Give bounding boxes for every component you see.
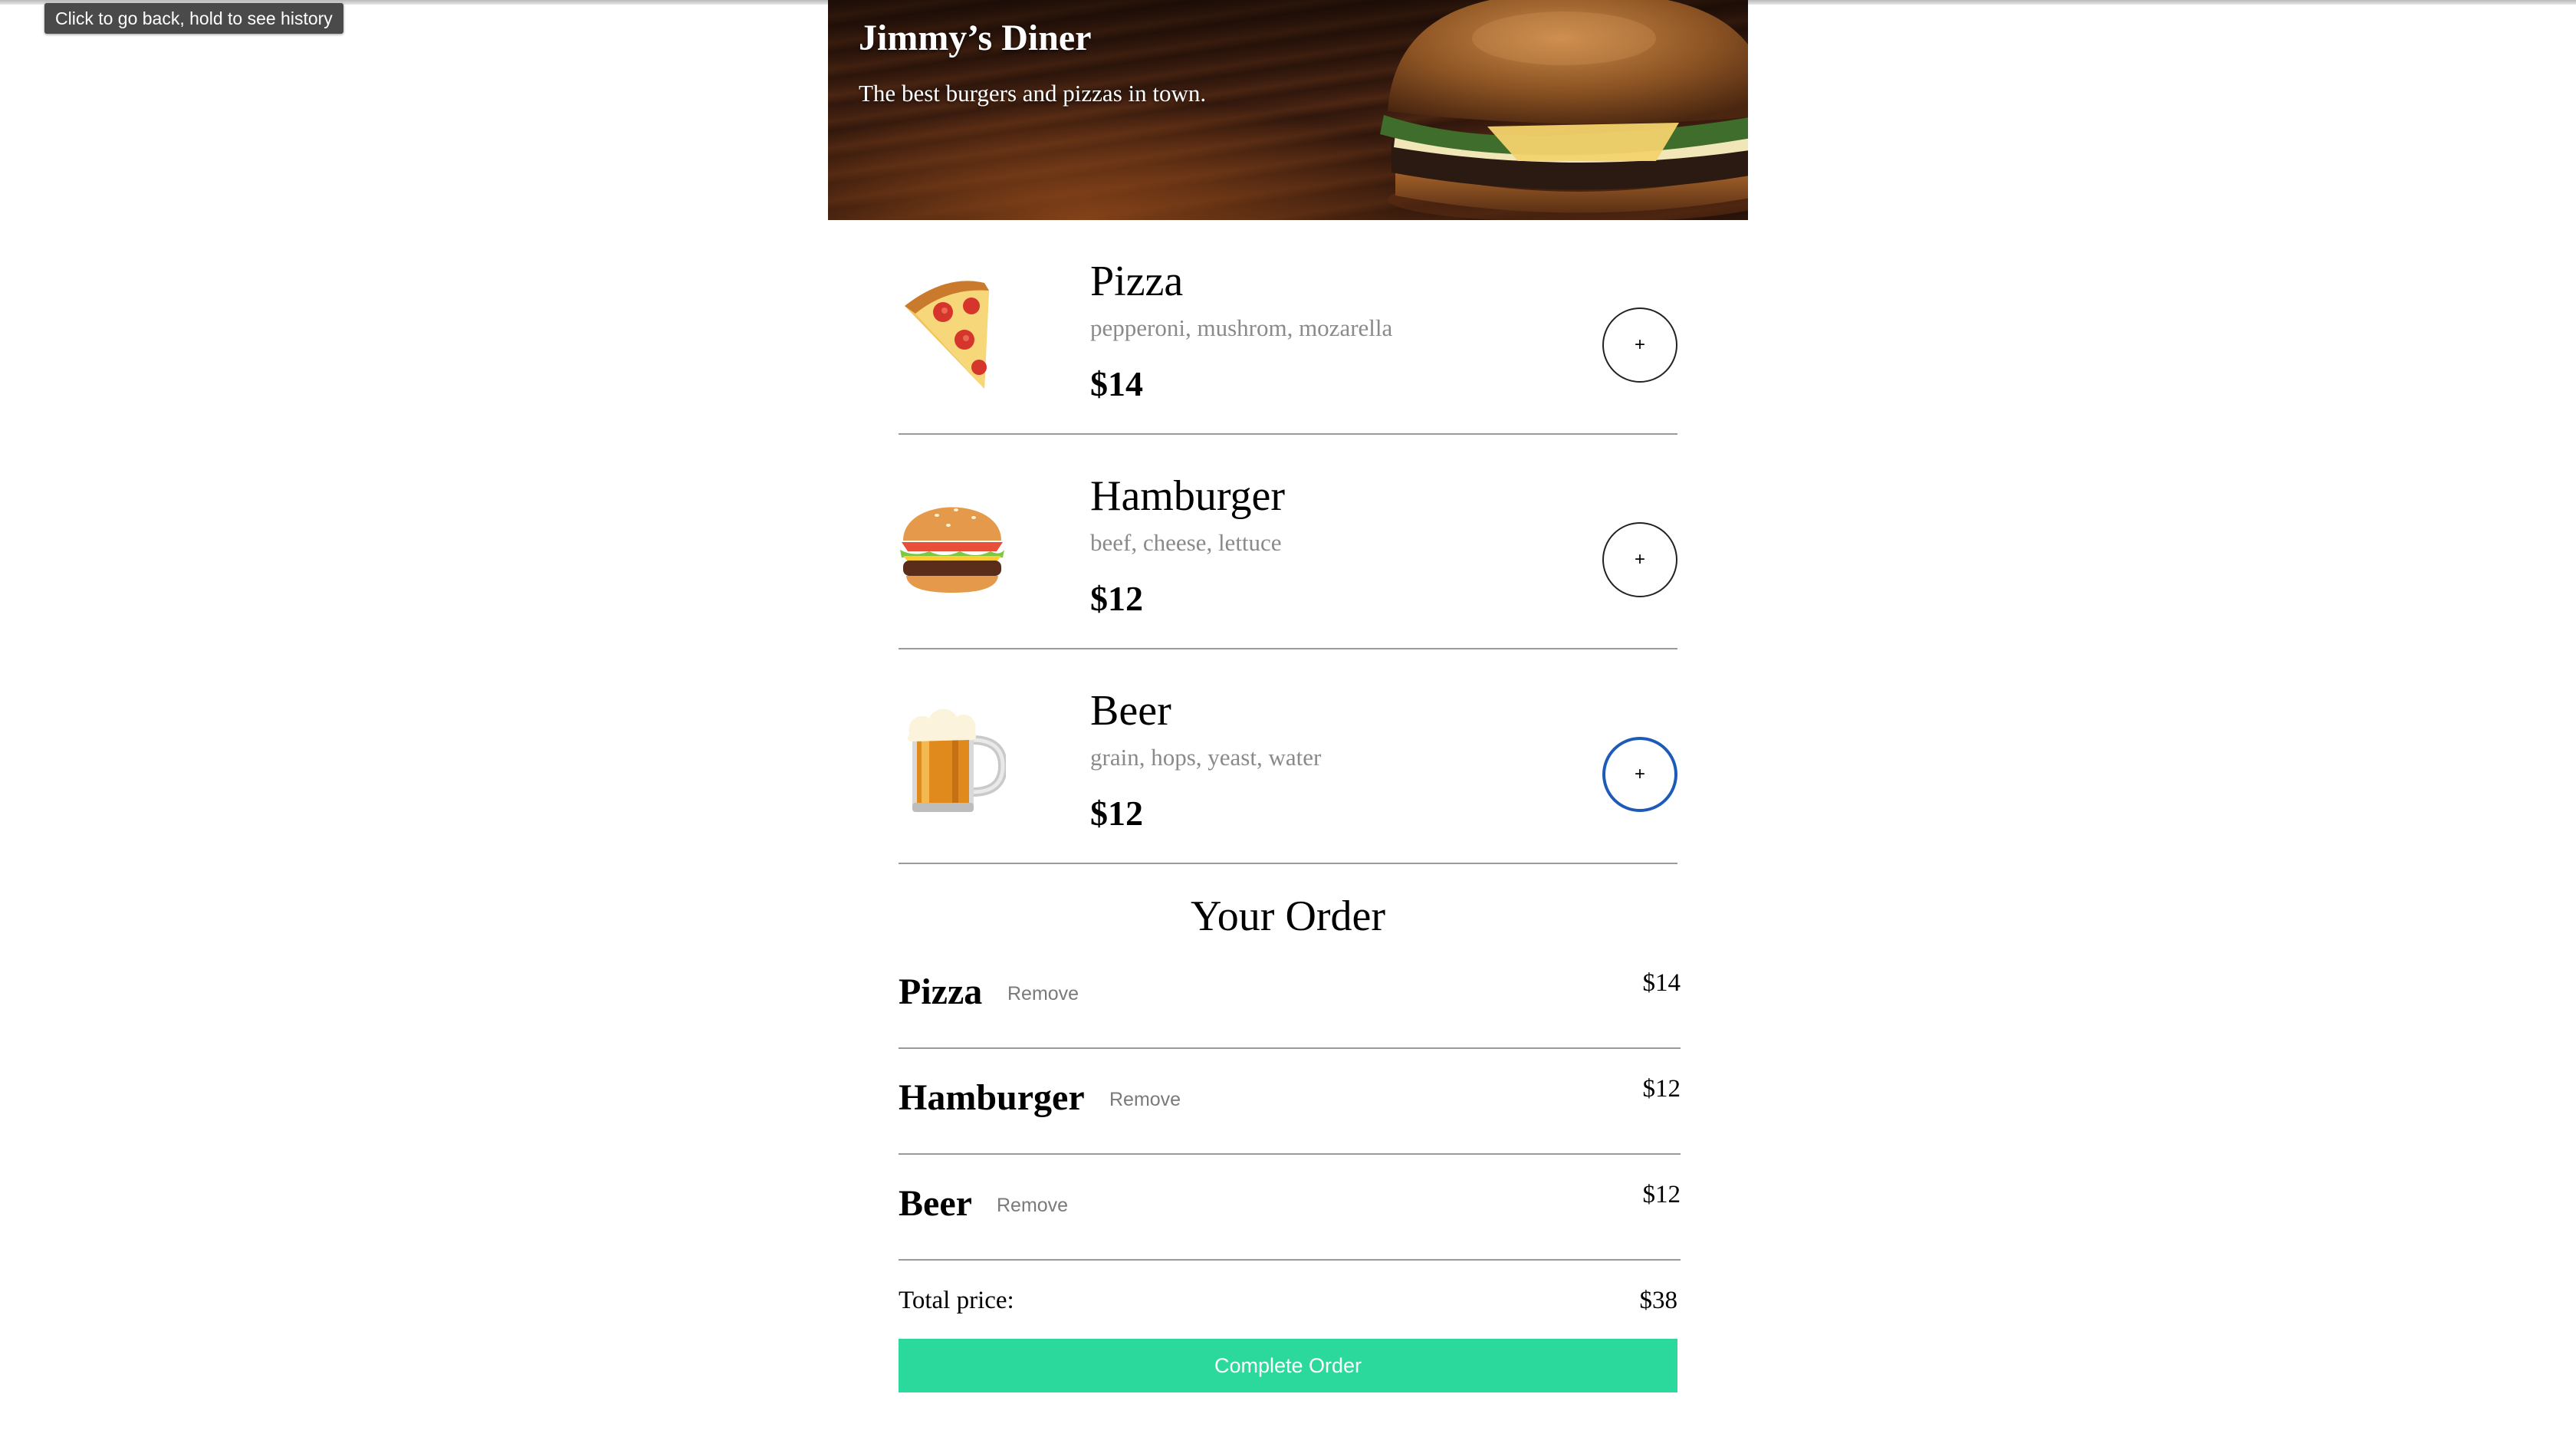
menu-item-name: Beer	[1090, 687, 1171, 735]
total-price-value: $38	[1639, 1287, 1678, 1314]
hero-burger-image	[1380, 0, 1748, 220]
menu-item-pizza: Pizza pepperoni, mushrom, mozarella $14 …	[899, 220, 1677, 435]
order-item-name: Pizza	[899, 972, 983, 1012]
menu-item-hamburger: Hamburger beef, cheese, lettuce $12 +	[899, 435, 1677, 649]
remove-beer-button[interactable]: Remove	[997, 1195, 1068, 1217]
beer-icon	[908, 708, 1006, 812]
order-title: Your Order	[1190, 893, 1386, 940]
hamburger-icon	[900, 507, 1004, 593]
menu-item-beer: Beer grain, hops, yeast, water $12 +	[899, 649, 1677, 864]
order-row-pizza: Pizza Remove $14	[899, 943, 1681, 1049]
diner-app: Jimmy’s Diner The best burgers and pizza…	[828, 0, 1748, 220]
menu-item-name: Pizza	[1090, 258, 1184, 305]
total-price-label: Total price:	[899, 1287, 1014, 1314]
add-hamburger-button[interactable]: +	[1602, 522, 1677, 597]
add-beer-button[interactable]: +	[1602, 737, 1677, 812]
hero-banner: Jimmy’s Diner The best burgers and pizza…	[828, 0, 1748, 220]
back-button-tooltip: Click to go back, hold to see history	[44, 3, 343, 34]
order-item-name: Hamburger	[899, 1077, 1085, 1118]
order-row-beer: Beer Remove $12	[899, 1155, 1681, 1261]
order-total: Total price: $38	[899, 1261, 1677, 1331]
restaurant-name: Jimmy’s Diner	[859, 18, 1092, 58]
menu-item-ingredients: grain, hops, yeast, water	[1090, 744, 1322, 771]
menu-item-ingredients: beef, cheese, lettuce	[1090, 529, 1282, 556]
order-item-price: $12	[1642, 1181, 1681, 1208]
add-pizza-button[interactable]: +	[1602, 307, 1677, 383]
pizza-icon	[905, 281, 989, 389]
order-summary: Your Order Pizza Remove $14 Hamburger Re…	[899, 866, 1681, 1392]
menu-item-price: $12	[1090, 579, 1143, 618]
menu-item-price: $14	[1090, 364, 1143, 403]
order-item-price: $14	[1642, 969, 1681, 997]
order-row-hamburger: Hamburger Remove $12	[899, 1049, 1681, 1155]
restaurant-tagline: The best burgers and pizzas in town.	[859, 80, 1207, 107]
menu-item-name: Hamburger	[1090, 472, 1285, 520]
complete-order-button[interactable]: Complete Order	[899, 1339, 1677, 1392]
order-item-price: $12	[1642, 1075, 1681, 1103]
remove-hamburger-button[interactable]: Remove	[1109, 1089, 1181, 1111]
remove-pizza-button[interactable]: Remove	[1007, 983, 1079, 1005]
menu-item-price: $12	[1090, 794, 1143, 833]
menu-item-ingredients: pepperoni, mushrom, mozarella	[1090, 314, 1393, 341]
order-item-name: Beer	[899, 1183, 972, 1224]
menu-list: Pizza pepperoni, mushrom, mozarella $14 …	[899, 220, 1677, 864]
